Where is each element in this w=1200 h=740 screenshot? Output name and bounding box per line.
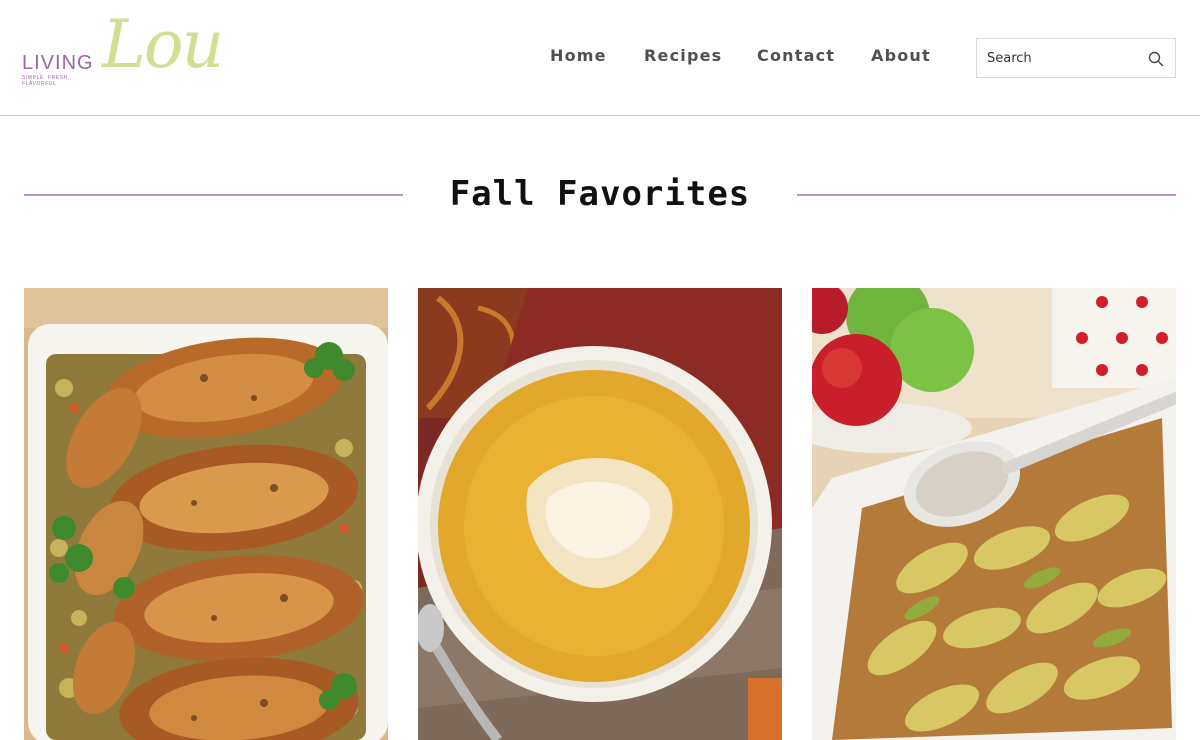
search-icon[interactable] xyxy=(1147,50,1165,68)
nav-recipes[interactable]: Recipes xyxy=(644,46,722,65)
nav-contact[interactable]: Contact xyxy=(757,46,835,65)
section-title: Fall Favorites xyxy=(449,174,751,214)
logo-script: Lou xyxy=(102,6,224,83)
nav-about[interactable]: About xyxy=(871,46,931,65)
title-rule-right xyxy=(797,194,1176,196)
roast-chicken-image xyxy=(24,288,388,740)
logo-tagline: SIMPLE. FRESH. FLAVORFUL xyxy=(22,75,70,87)
recipe-card-2[interactable] xyxy=(418,288,782,740)
butternut-soup-image xyxy=(418,288,782,740)
recipe-card-3[interactable] xyxy=(812,288,1176,740)
search-input[interactable] xyxy=(977,39,1137,77)
nav-home[interactable]: Home xyxy=(550,46,607,65)
search-box xyxy=(976,38,1176,78)
recipe-card-1[interactable] xyxy=(24,288,388,740)
site-logo[interactable]: LIVING SIMPLE. FRESH. FLAVORFUL Lou xyxy=(22,6,224,102)
site-header: LIVING SIMPLE. FRESH. FLAVORFUL Lou Home… xyxy=(0,0,1200,116)
logo-word: LIVING xyxy=(22,52,94,74)
title-rule-left xyxy=(24,194,403,196)
baked-apples-image xyxy=(812,288,1176,740)
